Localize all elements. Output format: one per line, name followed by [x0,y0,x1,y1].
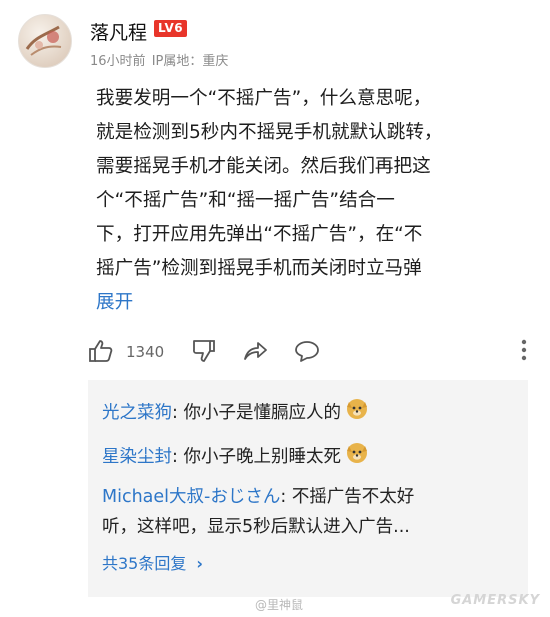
doge-emoji-icon [345,396,369,430]
share-button[interactable] [242,339,268,367]
expand-link[interactable]: 展开 [96,292,133,313]
doge-emoji-icon [345,440,369,474]
post-meta: 16小时前 IP属地：重庆 [90,50,230,69]
reply-count-label: 共35条回复 [102,554,187,573]
avatar-illustration-icon [25,25,62,56]
more-options-button[interactable] [520,337,528,367]
reply-item[interactable]: 星染尘封: 你小子晚上别睡太死 [102,440,369,474]
reply-text-continued: 听，这样吧，显示5秒后默认进入广告... [102,517,410,537]
replies-panel: 光之菜狗: 你小子是懂膈应人的 星染尘封: 你小子晚上别睡太死 Michael大… [88,380,528,597]
comment-line: 就是检测到5秒内不摇晃手机就默认跳转， [96,122,443,143]
thumbs-down-icon [192,340,215,362]
reply-text: 你小子是懂膈应人的 [183,403,341,423]
chevron-right-icon: › [196,554,203,573]
like-button[interactable] [88,339,114,367]
reply-author[interactable]: 光之菜狗 [102,403,172,423]
view-all-replies-link[interactable]: 共35条回复 › [102,550,203,574]
reply-author[interactable]: 星染尘封 [102,447,172,467]
ip-location: IP属地：重庆 [151,54,229,69]
username[interactable]: 落凡程 [90,18,147,45]
vertical-dots-icon [521,339,527,361]
comment-line: 我要发明一个“不摇广告”，什么意思呢， [96,88,432,109]
comment-header: 落凡程 LV6 16小时前 IP属地：重庆 [18,10,538,70]
share-arrow-icon [244,342,267,360]
thumbs-up-icon [89,340,113,362]
reply-text: 你小子晚上别睡太死 [183,447,341,467]
comment-line: 个“不摇广告”和“摇一摇广告”结合一 [96,190,395,211]
level-badge: LV6 [154,20,188,37]
comment-bubble-icon [295,341,319,362]
action-bar: 1340 [88,335,528,369]
reply-item[interactable]: 光之菜狗: 你小子是懂膈应人的 [102,396,369,430]
brand-watermark: GAMERSKY [450,593,540,608]
like-count: 1340 [126,343,165,361]
comment-body: 我要发明一个“不摇广告”，什么意思呢， 就是检测到5秒内不摇晃手机就默认跳转， … [96,82,532,320]
comment-line: 下，打开应用先弹出“不摇广告”，在“不 [96,224,423,245]
reply-author[interactable]: Michael大叔-おじさん [102,487,280,507]
post-time: 16小时前 [90,54,146,69]
dislike-button[interactable] [192,339,216,367]
comment-line: 摇广告”检测到摇晃手机而关闭时立马弹 [96,258,422,279]
source-watermark: @里神鼠 [255,598,304,612]
reply-text: 不摇广告不太好 [291,487,415,507]
avatar[interactable] [18,14,72,68]
comment-line: 需要摇晃手机才能关闭。然后我们再把这 [96,156,431,177]
reply-item[interactable]: Michael大叔-おじさん: 不摇广告不太好 听，这样吧，显示5秒后默认进入广… [102,482,514,542]
reply-button[interactable] [294,339,320,367]
